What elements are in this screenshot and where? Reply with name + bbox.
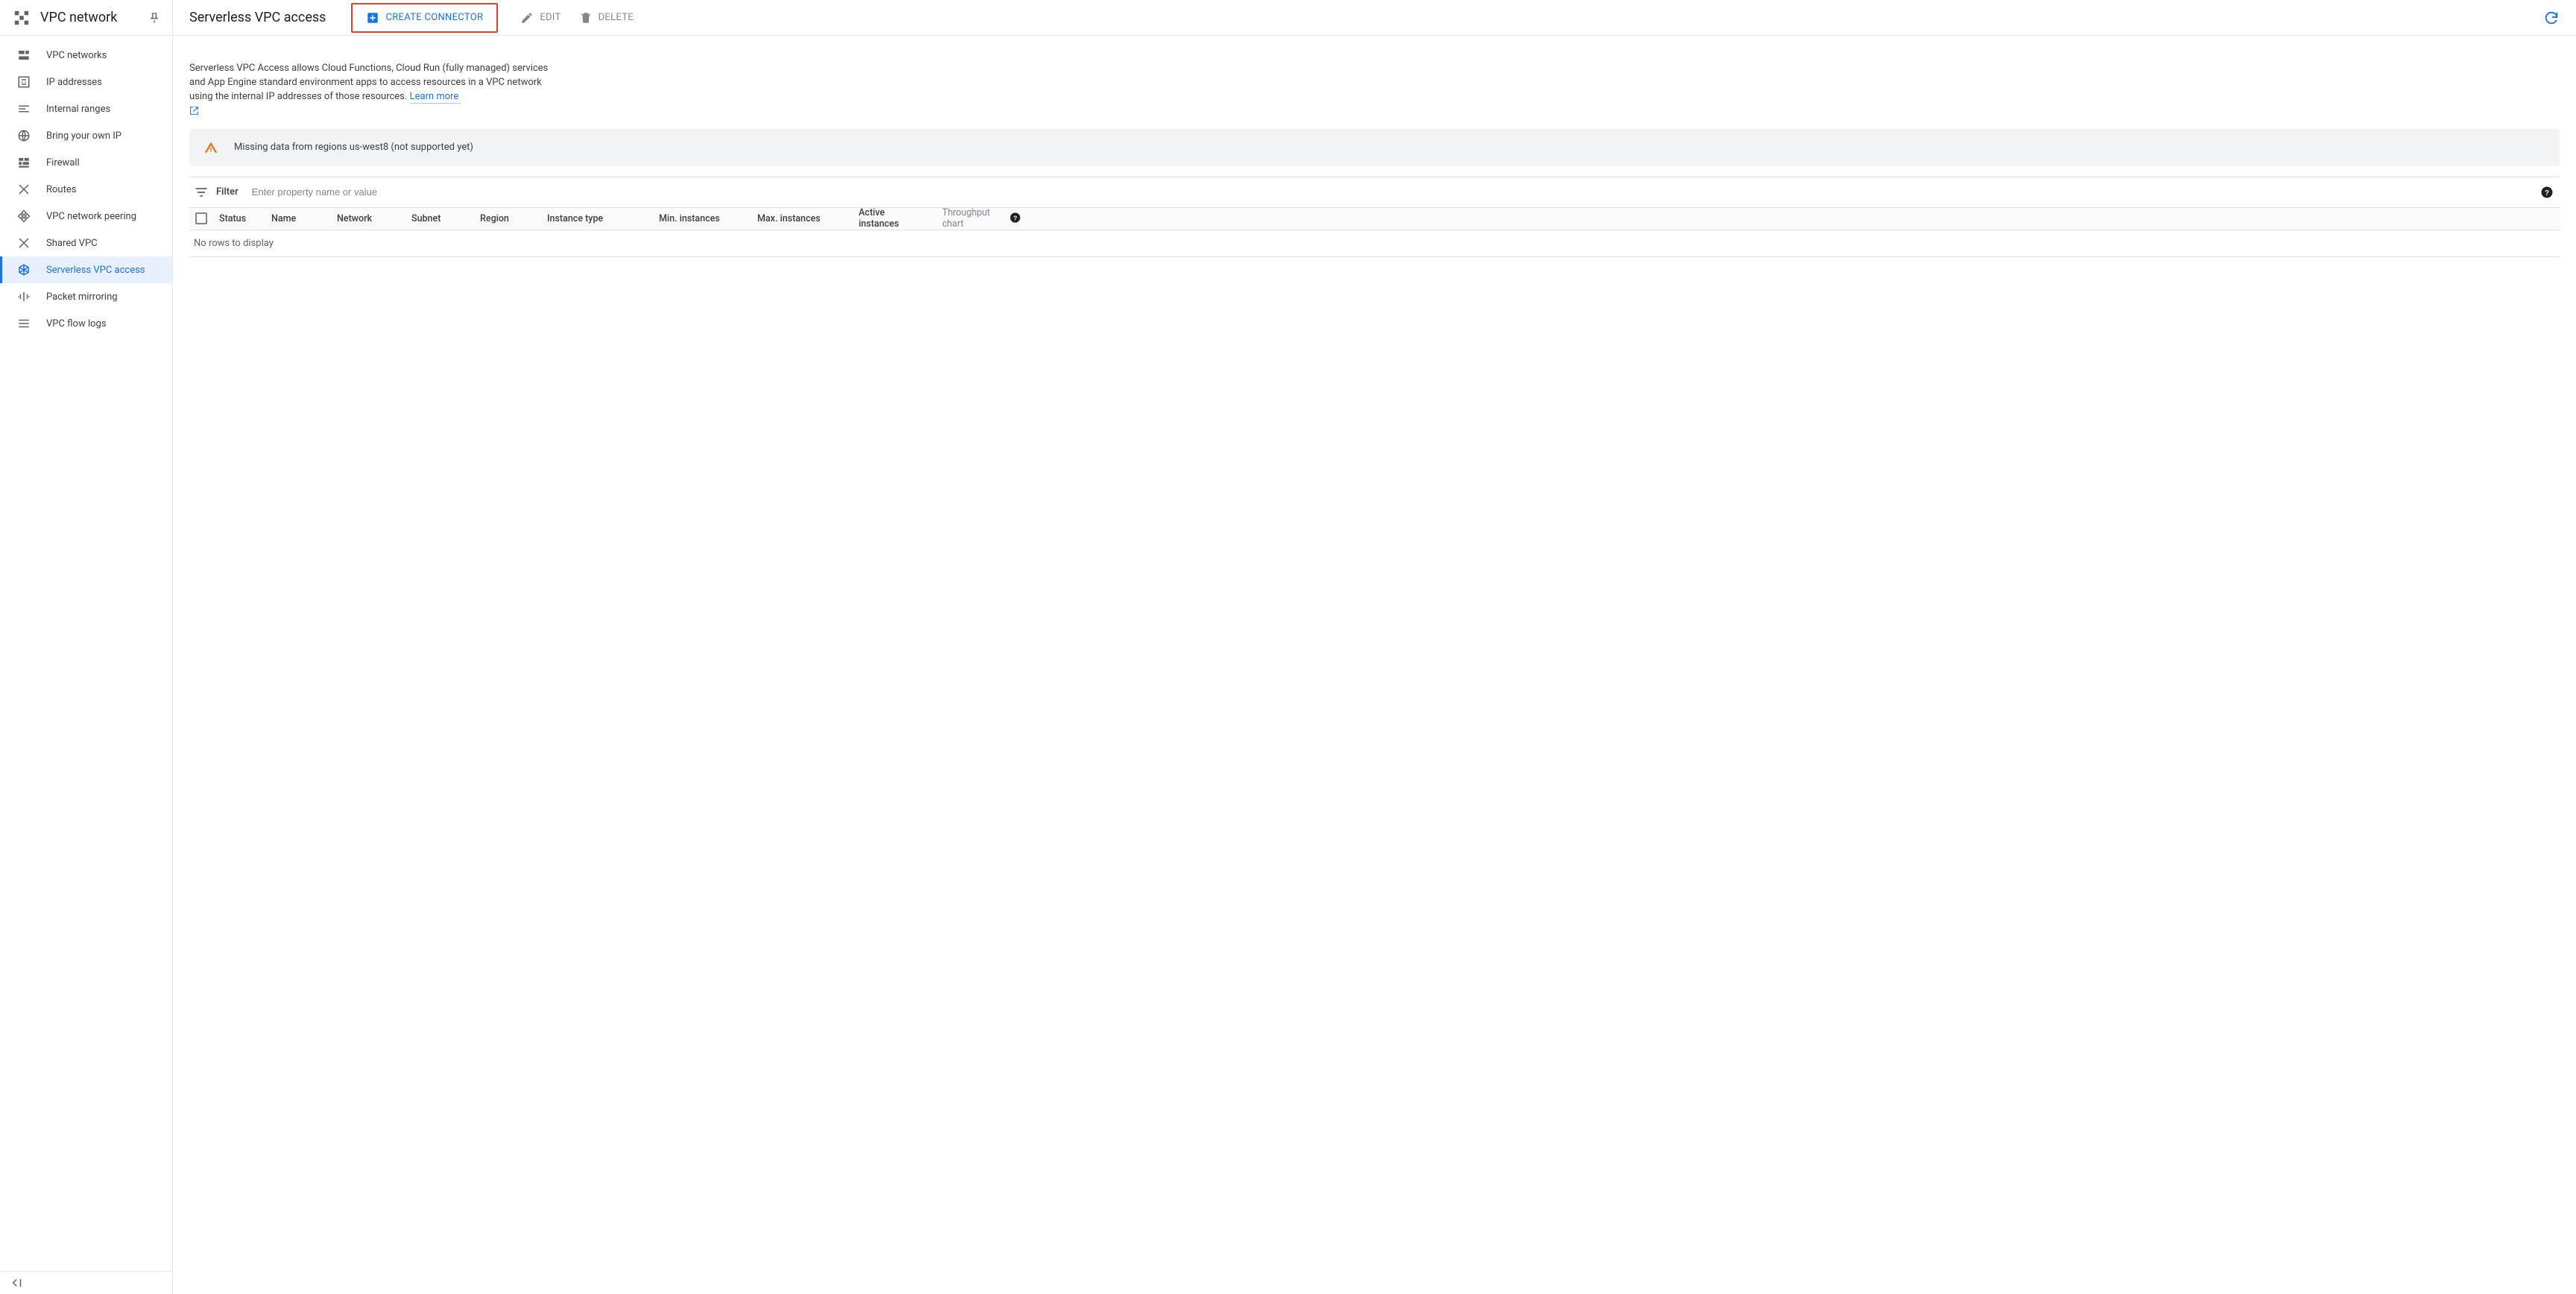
sidebar-item-label: Packet mirroring xyxy=(46,291,118,303)
sidebar-item-label: Internal ranges xyxy=(46,104,110,115)
throughput-help-icon[interactable]: ? xyxy=(1009,212,1021,225)
sidebar-item-vpc-networks[interactable]: VPC networks xyxy=(0,42,172,69)
serverless-vpc-icon xyxy=(16,262,31,277)
filter-input[interactable] xyxy=(250,186,2540,198)
sidebar-item-shared-vpc[interactable]: Shared VPC xyxy=(0,230,172,256)
add-icon xyxy=(366,11,379,25)
connectors-table: Filter ? Status Name Network Subnet Regi… xyxy=(189,177,2560,257)
sidebar-item-routes[interactable]: Routes xyxy=(0,176,172,203)
sidebar-item-packet-mirroring[interactable]: Packet mirroring xyxy=(0,283,172,310)
sidebar-item-label: Routes xyxy=(46,184,76,195)
sidebar-item-label: VPC flow logs xyxy=(46,318,107,329)
sidebar-item-label: VPC networks xyxy=(46,50,107,61)
vpc-network-product-icon xyxy=(13,10,30,26)
sidebar-item-internal-ranges[interactable]: Internal ranges xyxy=(0,95,172,122)
column-region[interactable]: Region xyxy=(480,213,547,224)
globe-icon xyxy=(16,128,31,143)
filter-bar: Filter ? xyxy=(189,177,2560,208)
delete-label: Delete xyxy=(599,12,634,23)
column-throughput-chart[interactable]: Throughput chart ? xyxy=(942,207,1039,230)
edit-label: Edit xyxy=(540,12,561,23)
sidebar-item-firewall[interactable]: Firewall xyxy=(0,149,172,176)
peering-icon xyxy=(16,209,31,224)
sidebar-item-label: Bring your own IP xyxy=(46,130,121,142)
column-min-instances[interactable]: Min. instances xyxy=(659,213,757,224)
sidebar-item-serverless-vpc-access[interactable]: Serverless VPC access xyxy=(0,256,172,283)
create-connector-highlight: Create Connector xyxy=(351,3,498,33)
column-name[interactable]: Name xyxy=(271,213,337,224)
sidebar-item-ip-addresses[interactable]: IP addresses xyxy=(0,69,172,95)
sidebar-item-label: IP addresses xyxy=(46,77,102,88)
page-description: Serverless VPC Access allows Cloud Funct… xyxy=(189,62,555,116)
table-empty-state: No rows to display xyxy=(189,230,2560,257)
edit-icon xyxy=(520,11,534,25)
sidebar-nav: VPC networks IP addresses Internal range… xyxy=(0,36,172,1271)
delete-button[interactable]: Delete xyxy=(570,6,643,30)
external-link-icon xyxy=(189,106,555,116)
routes-icon xyxy=(16,182,31,197)
column-subnet[interactable]: Subnet xyxy=(411,213,480,224)
warning-icon xyxy=(204,141,218,154)
svg-text:?: ? xyxy=(2545,189,2549,197)
pin-icon[interactable] xyxy=(148,12,160,24)
description-text: Serverless VPC Access allows Cloud Funct… xyxy=(189,63,548,102)
select-all-checkbox[interactable] xyxy=(194,212,219,224)
sidebar-item-byoip[interactable]: Bring your own IP xyxy=(0,122,172,149)
sidebar-item-label: Shared VPC xyxy=(46,238,98,249)
column-status[interactable]: Status xyxy=(219,213,271,224)
refresh-button[interactable] xyxy=(2543,10,2560,26)
sidebar: VPC network VPC networks IP addresses In… xyxy=(0,0,173,1294)
column-instance-type[interactable]: Instance type xyxy=(547,213,659,224)
sidebar-item-label: Firewall xyxy=(46,157,80,168)
warning-banner: Missing data from regions us-west8 (not … xyxy=(189,129,2560,166)
firewall-icon xyxy=(16,155,31,170)
svg-text:?: ? xyxy=(1013,214,1017,221)
sidebar-item-label: VPC network peering xyxy=(46,211,136,222)
sidebar-footer xyxy=(0,1271,172,1294)
delete-icon xyxy=(579,11,593,25)
packet-mirroring-icon xyxy=(16,289,31,304)
sidebar-title: VPC network xyxy=(40,10,148,25)
sidebar-item-flow-logs[interactable]: VPC flow logs xyxy=(0,310,172,337)
table-header-row: Status Name Network Subnet Region Instan… xyxy=(189,208,2560,230)
internal-ranges-icon xyxy=(16,101,31,116)
ip-icon xyxy=(16,75,31,89)
sidebar-header: VPC network xyxy=(0,0,172,36)
filter-icon xyxy=(194,185,209,200)
collapse-sidebar-icon[interactable] xyxy=(10,1276,162,1290)
filter-help-icon[interactable]: ? xyxy=(2540,186,2554,199)
main-content: Serverless VPC access Create Connector E… xyxy=(173,0,2576,1294)
create-connector-label: Create Connector xyxy=(385,12,483,23)
toolbar: Serverless VPC access Create Connector E… xyxy=(173,0,2576,36)
flow-logs-icon xyxy=(16,316,31,331)
content-area: Serverless VPC Access allows Cloud Funct… xyxy=(173,36,2576,257)
sidebar-item-peering[interactable]: VPC network peering xyxy=(0,203,172,230)
sidebar-item-label: Serverless VPC access xyxy=(46,265,145,276)
subnets-icon xyxy=(16,48,31,63)
edit-button[interactable]: Edit xyxy=(511,6,569,30)
shared-vpc-icon xyxy=(16,236,31,250)
warning-text: Missing data from regions us-west8 (not … xyxy=(234,142,473,153)
create-connector-button[interactable]: Create Connector xyxy=(357,6,492,30)
column-network[interactable]: Network xyxy=(337,213,411,224)
filter-label: Filter xyxy=(216,186,239,198)
column-max-instances[interactable]: Max. instances xyxy=(757,213,859,224)
column-active-instances[interactable]: Active instances xyxy=(859,207,942,230)
page-title: Serverless VPC access xyxy=(189,10,326,25)
